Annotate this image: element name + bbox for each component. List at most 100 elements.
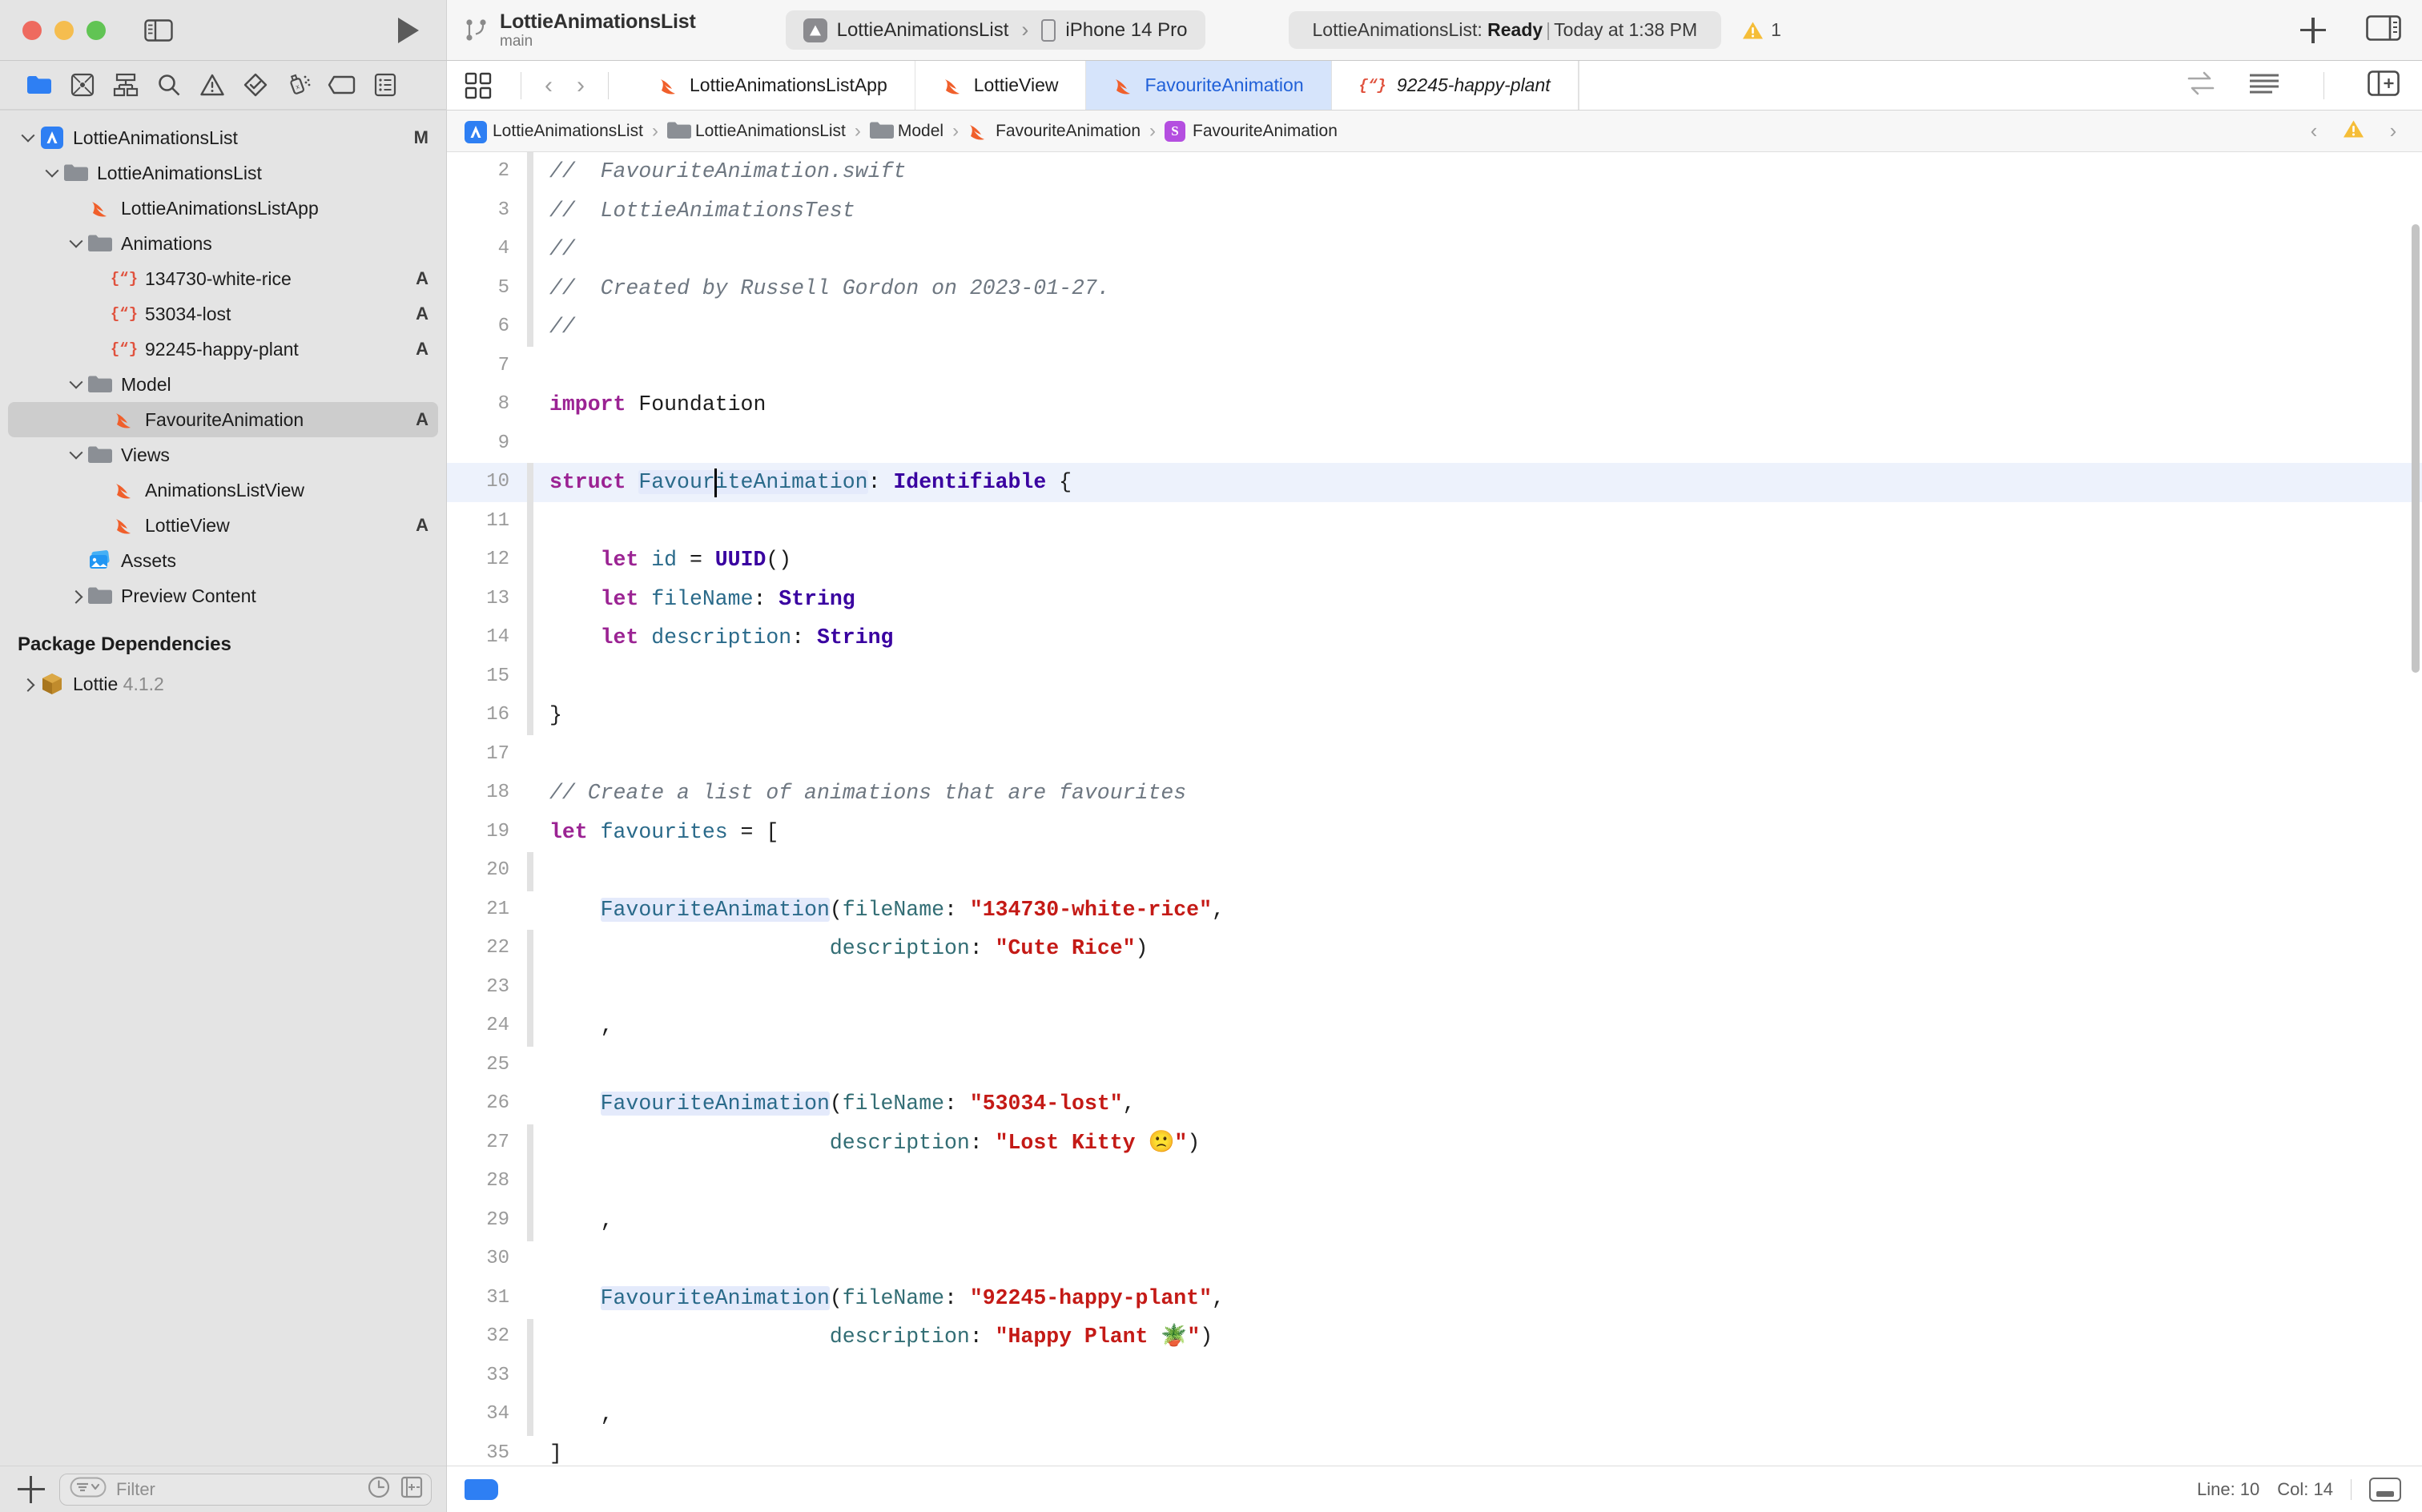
line-number[interactable]: 33 [447, 1357, 527, 1396]
close-window-button[interactable] [22, 20, 42, 40]
code-line-10[interactable]: 10 struct FavouriteAnimation: Identifiabl… [447, 463, 2422, 502]
recent-icon[interactable] [367, 1475, 391, 1503]
line-number[interactable]: 35 [447, 1434, 527, 1466]
chevron-down-icon[interactable] [42, 163, 62, 178]
scheme-selector[interactable]: LottieAnimationsList main [465, 10, 696, 50]
line-number[interactable]: 15 [447, 657, 527, 697]
line-number[interactable]: 12 [447, 541, 527, 580]
code-line-2[interactable]: 2 // FavouriteAnimation.swift [447, 152, 2422, 191]
code-line-23[interactable]: 23 [447, 968, 2422, 1007]
project-file-tree[interactable]: LottieAnimationsList M LottieAnimationsLis… [0, 111, 446, 1466]
source-control-filter-icon[interactable] [400, 1476, 423, 1502]
code-fold-ribbon[interactable] [527, 852, 533, 891]
toggle-inspector-icon[interactable] [2366, 15, 2401, 45]
code-text[interactable]: let id = UUID() [527, 541, 792, 580]
tab-lottieanimationslistapp[interactable]: LottieAnimationsListApp [631, 61, 915, 110]
file-row-92245-happy-plant[interactable]: {“} 92245-happy-plant A [0, 332, 446, 367]
filter-input[interactable]: Filter [116, 1479, 357, 1500]
filter-options-icon[interactable] [70, 1477, 107, 1502]
file-row-favouriteanimation[interactable]: FavouriteAnimation A [8, 402, 438, 437]
code-text[interactable]: , [527, 1201, 614, 1241]
code-text[interactable]: ] [527, 1434, 562, 1466]
code-line-19[interactable]: 19 let favourites = [ [447, 813, 2422, 852]
code-line-15[interactable]: 15 [447, 657, 2422, 697]
line-number[interactable]: 5 [447, 269, 527, 308]
file-row-lottieanimationslist[interactable]: LottieAnimationsList M [0, 120, 446, 155]
line-number[interactable]: 6 [447, 308, 527, 347]
line-number[interactable]: 18 [447, 774, 527, 813]
code-review-icon[interactable] [2186, 70, 2216, 100]
add-icon[interactable] [2300, 17, 2326, 43]
warning-icon[interactable] [2343, 119, 2364, 143]
line-number[interactable]: 8 [447, 385, 527, 424]
breadcrumb-item-1[interactable]: LottieAnimationsList [666, 121, 846, 142]
zoom-window-button[interactable] [86, 20, 106, 40]
window-controls[interactable] [22, 20, 106, 40]
chevron-right-icon[interactable] [18, 678, 38, 692]
code-line-29[interactable]: 29 , [447, 1201, 2422, 1241]
code-text[interactable]: // FavouriteAnimation.swift [527, 152, 906, 191]
file-row-lottieview[interactable]: LottieView A [0, 508, 446, 543]
line-number[interactable]: 23 [447, 968, 527, 1007]
line-number[interactable]: 22 [447, 929, 527, 968]
code-fold-ribbon[interactable] [527, 463, 533, 735]
chevron-right-icon[interactable] [66, 589, 86, 604]
filter-field[interactable]: Filter [59, 1473, 432, 1506]
code-line-5[interactable]: 5 // Created by Russell Gordon on 2023-01… [447, 269, 2422, 308]
code-line-11[interactable]: 11 [447, 502, 2422, 541]
code-text[interactable]: // Create a list of animations that are … [527, 774, 1186, 813]
search-icon[interactable] [147, 68, 191, 102]
tab-favouriteanimation[interactable]: FavouriteAnimation [1086, 61, 1332, 110]
file-row-views[interactable]: Views [0, 437, 446, 472]
code-line-18[interactable]: 18 // Create a list of animations that ar… [447, 774, 2422, 813]
code-line-22[interactable]: 22 description: "Cute Rice") [447, 929, 2422, 968]
code-line-20[interactable]: 20 [447, 851, 2422, 891]
code-line-30[interactable]: 30 [447, 1240, 2422, 1279]
code-text[interactable]: description: "Cute Rice") [527, 929, 1149, 968]
chevron-down-icon[interactable] [66, 234, 86, 248]
file-row-animations[interactable]: Animations [0, 226, 446, 261]
breadcrumb-item-3[interactable]: FavouriteAnimation [968, 121, 1141, 142]
code-line-34[interactable]: 34 , [447, 1395, 2422, 1434]
minimize-window-button[interactable] [54, 20, 74, 40]
minimap-toggle-icon[interactable] [2369, 1477, 2401, 1502]
previous-issue-icon[interactable]: ‹ [2298, 115, 2330, 147]
line-number[interactable]: 3 [447, 191, 527, 231]
code-lines[interactable]: 2 // FavouriteAnimation.swift 3 // LottieAn… [447, 152, 2422, 1466]
code-text[interactable]: let description: String [527, 618, 894, 657]
code-text[interactable]: // LottieAnimationsTest [527, 191, 855, 231]
line-number[interactable]: 14 [447, 618, 527, 657]
code-line-3[interactable]: 3 // LottieAnimationsTest [447, 191, 2422, 231]
code-text[interactable]: // Created by Russell Gordon on 2023-01-… [527, 269, 1110, 308]
line-number[interactable]: 13 [447, 580, 527, 619]
code-line-35[interactable]: 35] [447, 1434, 2422, 1466]
line-number[interactable]: 32 [447, 1317, 527, 1357]
file-row-model[interactable]: Model [0, 367, 446, 402]
code-text[interactable]: struct FavouriteAnimation: Identifiable … [527, 463, 1072, 502]
add-editor-icon[interactable] [2368, 70, 2400, 100]
test-navigator-icon[interactable] [234, 68, 277, 102]
go-forward-button[interactable]: › [565, 70, 597, 102]
line-number[interactable]: 19 [447, 813, 527, 852]
code-line-7[interactable]: 7 [447, 347, 2422, 386]
issue-navigator-icon[interactable] [191, 68, 234, 102]
file-row-lottieanimationslistapp[interactable]: LottieAnimationsListApp [0, 191, 446, 226]
code-line-17[interactable]: 17 [447, 735, 2422, 774]
file-row-53034-lost[interactable]: {“} 53034-lost A [0, 296, 446, 332]
code-text[interactable]: FavouriteAnimation(fileName: "134730-whi… [527, 891, 1225, 930]
breakpoint-indicator-icon[interactable] [465, 1478, 498, 1500]
code-line-13[interactable]: 13 let fileName: String [447, 580, 2422, 619]
code-text[interactable]: let fileName: String [527, 580, 855, 619]
line-number[interactable]: 2 [447, 152, 527, 191]
editor-options-icon[interactable] [2248, 71, 2280, 99]
code-line-8[interactable]: 8 import Foundation [447, 385, 2422, 424]
chevron-down-icon[interactable] [18, 128, 38, 143]
code-fold-ribbon[interactable] [527, 930, 533, 1047]
package-row-lottie[interactable]: Lottie 4.1.2 [0, 666, 446, 702]
code-text[interactable]: let favourites = [ [527, 813, 778, 852]
line-number[interactable]: 20 [447, 851, 527, 891]
code-line-16[interactable]: 16} [447, 696, 2422, 735]
line-number[interactable]: 28 [447, 1162, 527, 1201]
line-number[interactable]: 21 [447, 891, 527, 930]
symbol-hierarchy-icon[interactable] [104, 68, 147, 102]
